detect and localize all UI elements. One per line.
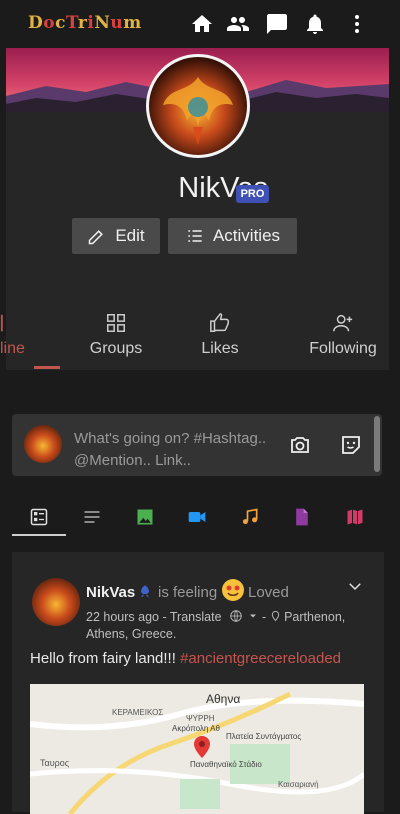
tab-likes[interactable]: Likes (180, 310, 260, 370)
messages-icon[interactable] (265, 12, 289, 36)
pro-badge: PRO (236, 185, 269, 203)
translate-link[interactable]: Translate (170, 610, 222, 624)
music-note-icon (242, 508, 258, 525)
filter-music[interactable] (230, 498, 270, 536)
profile-card: NikVas PRO Edit Activities line Groups L… (0, 48, 389, 370)
app-logo[interactable]: DocTriNum (28, 13, 142, 33)
caret-down-icon[interactable] (247, 610, 259, 622)
timeline-icon (0, 314, 3, 332)
post-card: NikVas is feeling Loved 22 hours ago - T… (12, 552, 384, 814)
composer-placeholder[interactable]: What's going on? #Hashtag.. @Mention.. L… (74, 428, 284, 472)
heart-eyes-emoji-icon (222, 579, 244, 601)
more-vert-icon[interactable] (345, 12, 369, 36)
filter-files[interactable] (282, 498, 322, 536)
all-posts-icon (30, 508, 48, 526)
tab-timeline[interactable]: line (0, 310, 40, 370)
file-icon (296, 508, 308, 526)
post-body: Hello from fairy land!!! #ancientgreecer… (30, 650, 342, 667)
post-author[interactable]: NikVas (86, 584, 135, 601)
profile-avatar[interactable] (146, 54, 250, 158)
phoenix-emblem (163, 77, 233, 145)
filter-all[interactable] (19, 498, 59, 536)
profile-tabs: line Groups Likes Following (0, 310, 389, 370)
map-label-city: Αθηνα (206, 692, 241, 706)
sticker-icon[interactable] (339, 433, 363, 457)
filter-photos[interactable] (125, 498, 165, 536)
tab-groups[interactable]: Groups (76, 310, 156, 370)
thumbs-up-icon (210, 313, 229, 332)
map-label-kaisariani: Καισαριανή (278, 780, 319, 789)
video-icon (188, 512, 206, 522)
post-time[interactable]: 22 hours ago (86, 610, 159, 624)
map-label-stadium: Παναθηναϊκό Στάδιο (190, 760, 262, 769)
active-filter-indicator (12, 534, 66, 536)
camera-icon[interactable] (288, 433, 312, 457)
filter-videos[interactable] (177, 498, 217, 536)
edit-button-label: Edit (115, 226, 145, 245)
add-person-icon (333, 314, 353, 332)
activities-button-label: Activities (212, 226, 281, 245)
list-icon (188, 230, 202, 242)
map-label-tavros: Ταυρος (40, 758, 70, 768)
image-icon (137, 509, 153, 525)
globe-icon[interactable] (229, 609, 243, 623)
post-type-filter (12, 498, 382, 536)
map-label-psyrri: ΨΥΡΡΗ (186, 714, 215, 723)
edit-button[interactable]: Edit (72, 218, 160, 254)
location-map[interactable]: Αθηνα ΚΕΡΑΜΕΙΚΟΣ Ακρόπολη Αθ Πλατεία Συν… (30, 684, 364, 814)
chevron-down-icon[interactable] (346, 577, 364, 595)
map-label-acropolis: Ακρόπολη Αθ (172, 724, 220, 733)
map-label-kerameikos: ΚΕΡΑΜΕΙΚΟΣ (112, 708, 164, 717)
map-label-syntagma: Πλατεία Συντάγματος (226, 732, 302, 741)
text-lines-icon (84, 511, 100, 523)
map-icon (347, 509, 363, 525)
post-hashtag[interactable]: #ancientgreecereloaded (180, 650, 341, 667)
composer-avatar (24, 425, 62, 463)
feeling-text: is feeling (158, 584, 218, 601)
profile-name: NikVas (178, 172, 268, 204)
filter-maps[interactable] (335, 498, 375, 536)
tab-following[interactable]: Following (292, 310, 394, 370)
composer-scrollbar[interactable] (374, 416, 380, 472)
filter-text[interactable] (72, 498, 112, 536)
pencil-icon (89, 230, 104, 245)
people-icon[interactable] (226, 12, 250, 36)
active-tab-indicator (34, 366, 60, 369)
post-author-avatar[interactable] (32, 578, 80, 626)
post-meta: 22 hours ago - Translate - Parthenon, At… (86, 609, 346, 641)
post-composer[interactable]: What's going on? #Hashtag.. @Mention.. L… (12, 414, 382, 476)
home-icon[interactable] (190, 12, 214, 36)
notifications-icon[interactable] (303, 12, 327, 36)
activities-button[interactable]: Activities (168, 218, 297, 254)
rocket-icon (141, 585, 149, 598)
map-graphic (30, 684, 364, 814)
top-bar: DocTriNum (0, 0, 400, 48)
mood-text: Loved (248, 584, 289, 601)
grid-icon (107, 314, 125, 332)
location-pin-icon (271, 610, 279, 622)
